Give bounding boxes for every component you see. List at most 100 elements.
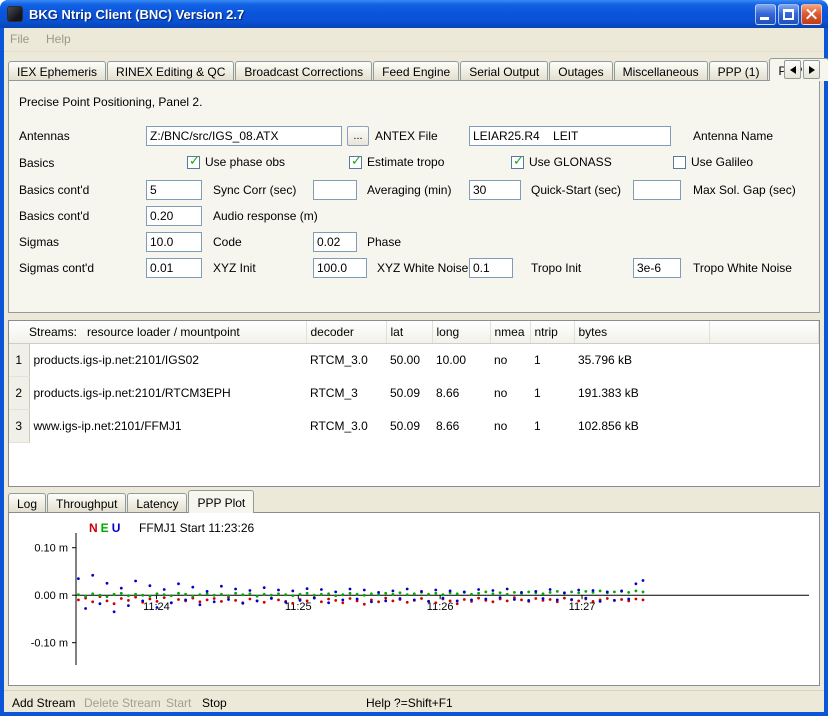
cell-mountpoint: www.igs-ip.net:2101/FFMJ1 [29, 409, 306, 442]
maximize-button[interactable] [778, 4, 799, 25]
audio-response-label: Audio response (m) [213, 209, 318, 224]
cell-lat: 50.00 [386, 343, 432, 376]
tab-feed-engine[interactable]: Feed Engine [373, 61, 459, 80]
estimate-tropo-checkbox[interactable]: ✓ Estimate tropo [349, 154, 444, 170]
cell-ntrip: 1 [530, 409, 574, 442]
tab-throughput[interactable]: Throughput [47, 493, 126, 512]
ppp2-panel: Precise Point Positioning, Panel 2. Ante… [8, 80, 820, 313]
status-bar: Add Stream Delete Stream Start Stop Help… [4, 690, 824, 712]
use-glonass-checkbox[interactable]: ✓ Use GLONASS [511, 154, 612, 170]
header-decoder[interactable]: decoder [306, 321, 386, 343]
plot-legend: NEU [89, 521, 123, 535]
cell-decoder: RTCM_3.0 [306, 409, 386, 442]
cell-nmea: no [490, 376, 530, 409]
stop-button[interactable]: Stop [202, 696, 227, 710]
tab-log[interactable]: Log [8, 493, 46, 512]
tropo-init-label: Tropo Init [531, 261, 581, 276]
tab-rinex-editing-qc[interactable]: RINEX Editing & QC [107, 61, 234, 80]
sigma-phase-input[interactable] [313, 232, 357, 252]
stream-row[interactable]: 1 products.igs-ip.net:2101/IGS02 RTCM_3.… [9, 343, 819, 376]
max-sol-gap-label: Max Sol. Gap (sec) [693, 183, 796, 198]
xyz-white-noise-input[interactable] [313, 258, 367, 278]
legend-e: E [101, 521, 109, 535]
antennas-label: Antennas [19, 129, 70, 144]
start-button[interactable]: Start [166, 696, 191, 710]
tropo-init-input[interactable] [469, 258, 513, 278]
checkbox-box [673, 156, 686, 169]
legend-n: N [89, 521, 98, 535]
title-bar[interactable]: BKG Ntrip Client (BNC) Version 2.7 [0, 0, 828, 28]
close-button[interactable] [801, 4, 822, 25]
main-tab-bar: IEX Ephemeris RINEX Editing & QC Broadca… [8, 58, 820, 80]
menu-help[interactable]: Help [46, 32, 71, 46]
use-glonass-label: Use GLONASS [529, 155, 612, 169]
quick-start-label: Quick-Start (sec) [531, 183, 621, 198]
checkbox-box: ✓ [349, 156, 362, 169]
maximize-icon [783, 9, 794, 20]
header-long[interactable]: long [432, 321, 490, 343]
checkbox-box: ✓ [187, 156, 200, 169]
svg-text:11:27: 11:27 [569, 601, 596, 613]
tab-latency[interactable]: Latency [127, 493, 187, 512]
cell-long: 10.00 [432, 343, 490, 376]
sigmas-label: Sigmas [19, 235, 59, 250]
cell-long: 8.66 [432, 376, 490, 409]
antex-file-input[interactable] [146, 126, 342, 146]
check-icon: ✓ [351, 154, 362, 169]
basics-label: Basics [19, 156, 54, 171]
row-number: 3 [9, 409, 29, 442]
header-ntrip[interactable]: ntrip [530, 321, 574, 343]
window-content: File Help IEX Ephemeris RINEX Editing & … [4, 28, 824, 712]
tab-outages[interactable]: Outages [549, 61, 612, 80]
tab-iex-ephemeris[interactable]: IEX Ephemeris [8, 61, 106, 80]
sigma-code-label: Code [213, 235, 242, 250]
tab-scroll-left-button[interactable] [784, 60, 801, 79]
antenna-name-input[interactable] [469, 126, 671, 146]
header-lat[interactable]: lat [386, 321, 432, 343]
sigma-code-input[interactable] [146, 232, 202, 252]
quick-start-input[interactable] [469, 180, 521, 200]
averaging-input[interactable] [313, 180, 357, 200]
cell-bytes: 102.856 kB [574, 409, 709, 442]
tab-broadcast-corrections[interactable]: Broadcast Corrections [235, 61, 372, 80]
tab-ppp-1[interactable]: PPP (1) [709, 61, 769, 80]
svg-text:0.00 m: 0.00 m [34, 590, 68, 602]
stream-row[interactable]: 3 www.igs-ip.net:2101/FFMJ1 RTCM_3.0 50.… [9, 409, 819, 442]
delete-stream-button[interactable]: Delete Stream [84, 696, 161, 710]
svg-text:0.10 m: 0.10 m [34, 543, 68, 555]
use-galileo-checkbox[interactable]: Use Galileo [673, 154, 753, 170]
tab-serial-output[interactable]: Serial Output [460, 61, 548, 80]
tab-miscellaneous[interactable]: Miscellaneous [614, 61, 708, 80]
minimize-button[interactable] [755, 4, 776, 25]
header-bytes[interactable]: bytes [574, 321, 709, 343]
scroll-left-icon [790, 66, 796, 74]
add-stream-button[interactable]: Add Stream [12, 696, 75, 710]
tab-scroll-right-button[interactable] [803, 60, 820, 79]
max-sol-gap-input[interactable] [633, 180, 681, 200]
minimize-icon [760, 17, 769, 20]
tropo-white-noise-input[interactable] [633, 258, 681, 278]
stream-row[interactable]: 2 products.igs-ip.net:2101/RTCM3EPH RTCM… [9, 376, 819, 409]
tab-ppp-plot[interactable]: PPP Plot [188, 490, 254, 513]
window-title: BKG Ntrip Client (BNC) Version 2.7 [29, 7, 755, 22]
header-mountpoint[interactable]: Streams: resource loader / mountpoint [9, 321, 306, 343]
legend-u: U [112, 521, 121, 535]
menu-bar: File Help [4, 28, 824, 52]
row-number: 1 [9, 343, 29, 376]
sync-corr-input[interactable] [146, 180, 202, 200]
cell-bytes: 191.383 kB [574, 376, 709, 409]
audio-response-input[interactable] [146, 206, 202, 226]
row-number: 2 [9, 376, 29, 409]
tropo-white-noise-label: Tropo White Noise [693, 261, 792, 276]
cell-lat: 50.09 [386, 376, 432, 409]
scroll-right-icon [809, 66, 815, 74]
xyz-white-noise-label: XYZ White Noise [377, 261, 468, 276]
cell-bytes: 35.796 kB [574, 343, 709, 376]
header-filler [709, 321, 819, 343]
menu-file[interactable]: File [10, 32, 29, 46]
sync-corr-label: Sync Corr (sec) [213, 183, 296, 198]
xyz-init-input[interactable] [146, 258, 202, 278]
use-phase-obs-checkbox[interactable]: ✓ Use phase obs [187, 154, 285, 170]
antex-browse-button[interactable]: ... [347, 126, 369, 146]
header-nmea[interactable]: nmea [490, 321, 530, 343]
